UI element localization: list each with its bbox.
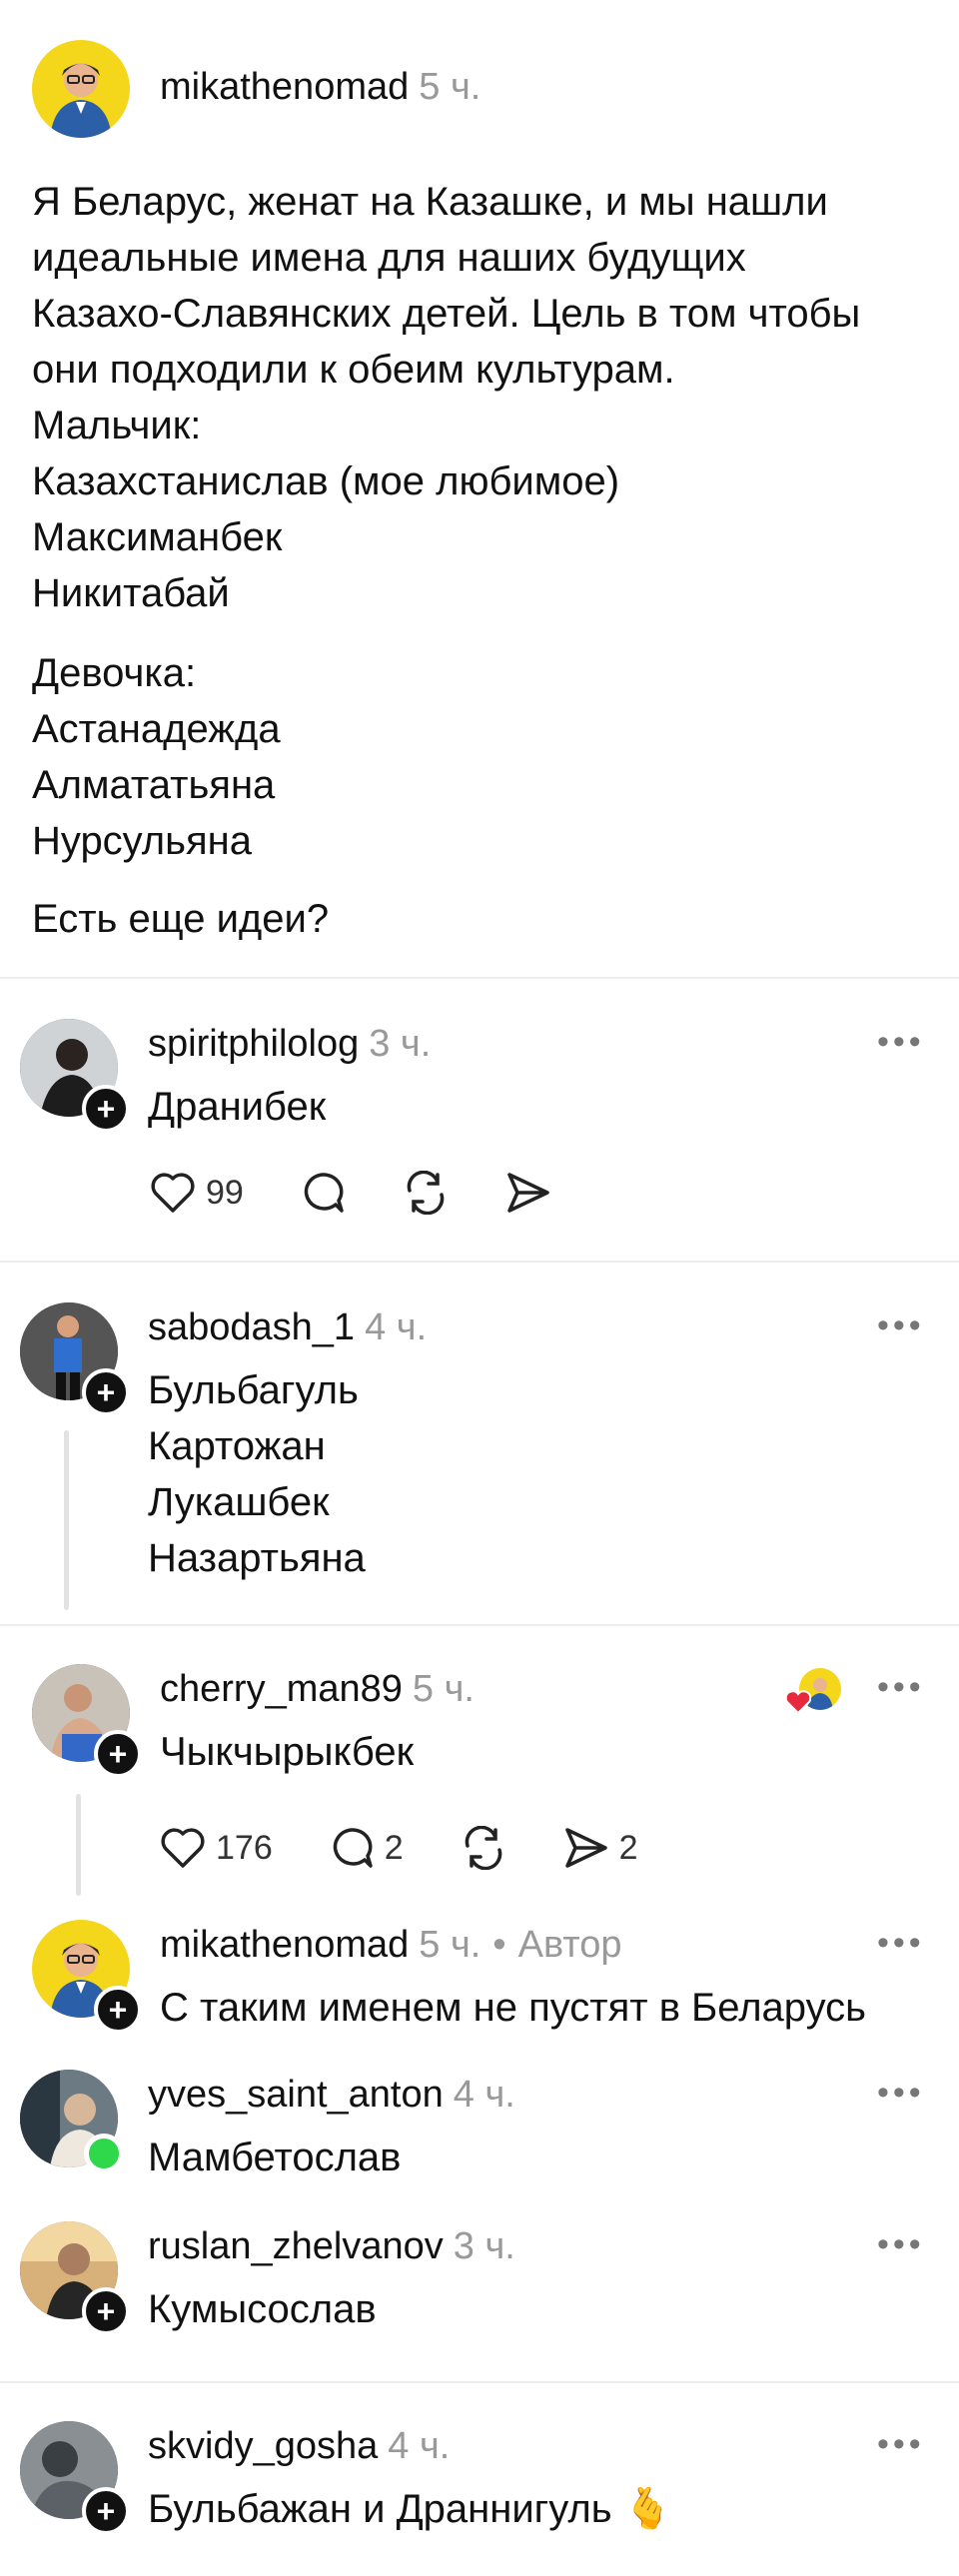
- post-author-avatar[interactable]: [32, 40, 130, 138]
- reply-header: sabodash_1 4 ч.: [148, 1306, 427, 1349]
- share-button[interactable]: 2: [563, 1826, 638, 1870]
- username[interactable]: cherry_man89: [160, 1668, 403, 1710]
- post-body: Я Беларус, женат на Казашке, и мы нашли …: [32, 174, 860, 621]
- online-indicator: [84, 2134, 124, 2173]
- username[interactable]: sabodash_1: [148, 1306, 355, 1348]
- repost-button[interactable]: [460, 1826, 507, 1870]
- share-button[interactable]: [505, 1171, 551, 1215]
- username[interactable]: spiritphilolog: [148, 1023, 359, 1065]
- reply-text: С таким именем не пустят в Беларусь: [160, 1986, 866, 2030]
- follow-plus-icon[interactable]: +: [94, 1986, 142, 2034]
- post-line: они подходили к обеим культурам.: [32, 348, 675, 392]
- thread-line: [64, 1430, 69, 1610]
- reply-line: Картожан: [148, 1424, 326, 1468]
- author-liked-badge: [785, 1668, 845, 1714]
- follow-plus-icon[interactable]: +: [82, 1085, 130, 1133]
- post-line: Никитабай: [32, 571, 230, 615]
- timestamp: 4 ч.: [453, 2074, 515, 2116]
- reply-text: Бульбажан и Драннигуль 🫰: [148, 2487, 673, 2531]
- reply-text: Чыкчырыкбек: [160, 1730, 415, 1774]
- comment-icon: [329, 1826, 375, 1870]
- post-line: Нурсульяна: [32, 819, 252, 863]
- follow-plus-icon[interactable]: +: [82, 2487, 130, 2535]
- reply-header: yves_saint_anton 4 ч.: [148, 2074, 515, 2117]
- follow-plus-icon[interactable]: +: [82, 2287, 130, 2335]
- author-label: Автор: [517, 1924, 622, 1966]
- share-count: 2: [618, 1828, 638, 1867]
- reply-line: Лукашбек: [148, 1480, 330, 1524]
- timestamp: 3 ч.: [369, 1023, 432, 1065]
- timestamp: 5 ч.: [412, 1668, 475, 1710]
- username[interactable]: yves_saint_anton: [148, 2074, 444, 2116]
- comment-icon: [300, 1171, 346, 1215]
- divider: [0, 977, 959, 979]
- follow-plus-icon[interactable]: +: [94, 1730, 142, 1778]
- more-icon[interactable]: •••: [877, 2425, 925, 2464]
- comment-button[interactable]: 2: [329, 1826, 404, 1870]
- post-body-girls: Девочка: Астанадежда Алмататьяна Нурсуль…: [32, 645, 281, 869]
- more-icon[interactable]: •••: [877, 1668, 925, 1707]
- divider: [0, 1261, 959, 1263]
- post-line: Казахо-Славянских детей. Цель в том чтоб…: [32, 292, 861, 336]
- heart-icon: [785, 1690, 811, 1714]
- reply-header: mikathenomad 5 ч. • Автор: [160, 1924, 622, 1967]
- post-line: Максиманбек: [32, 515, 283, 559]
- post-line: идеальные имена для наших будущих: [32, 236, 746, 280]
- timestamp: 5 ч.: [419, 66, 481, 108]
- timestamp: 3 ч.: [453, 2225, 515, 2267]
- username[interactable]: skvidy_gosha: [148, 2425, 378, 2467]
- separator-dot: •: [492, 1924, 506, 1966]
- share-icon: [563, 1826, 609, 1870]
- repost-icon: [402, 1171, 450, 1215]
- timestamp: 4 ч.: [365, 1306, 428, 1348]
- post-line: Алмататьяна: [32, 763, 276, 807]
- like-button[interactable]: 176: [160, 1827, 273, 1869]
- timestamp: 5 ч.: [419, 1924, 481, 1966]
- share-icon: [505, 1171, 551, 1215]
- like-button[interactable]: 99: [150, 1172, 244, 1214]
- more-icon[interactable]: •••: [877, 1924, 925, 1963]
- username[interactable]: mikathenomad: [160, 66, 409, 108]
- heart-icon: [150, 1172, 196, 1214]
- divider: [0, 2381, 959, 2383]
- divider: [0, 1624, 959, 1626]
- like-count: 176: [216, 1828, 273, 1867]
- repost-icon: [460, 1826, 507, 1870]
- like-count: 99: [206, 1173, 244, 1212]
- post-question: Есть еще идеи?: [32, 897, 330, 941]
- more-icon[interactable]: •••: [877, 2074, 925, 2113]
- reply-text: Дранибек: [148, 1085, 327, 1129]
- post-line: Мальчик:: [32, 404, 202, 447]
- heart-icon: [160, 1827, 206, 1869]
- reply-actions: 99: [150, 1171, 607, 1215]
- reply-header: spiritphilolog 3 ч.: [148, 1023, 431, 1066]
- username[interactable]: ruslan_zhelvanov: [148, 2225, 444, 2267]
- more-icon[interactable]: •••: [877, 1306, 925, 1345]
- post-line: Девочка:: [32, 651, 197, 695]
- reply-text: Мамбетослав: [148, 2136, 402, 2179]
- repost-button[interactable]: [402, 1171, 450, 1215]
- username[interactable]: mikathenomad: [160, 1924, 409, 1966]
- thread-line: [76, 1794, 81, 1896]
- reply-header: cherry_man89 5 ч.: [160, 1668, 475, 1711]
- reply-header: skvidy_gosha 4 ч.: [148, 2425, 450, 2468]
- reply-actions: 176 2 2: [160, 1826, 694, 1870]
- comment-button[interactable]: [300, 1171, 346, 1215]
- comment-count: 2: [384, 1828, 404, 1867]
- follow-plus-icon[interactable]: +: [82, 1368, 130, 1416]
- reply-header: ruslan_zhelvanov 3 ч.: [148, 2225, 515, 2268]
- more-icon[interactable]: •••: [877, 2225, 925, 2264]
- reply-line: Бульбагуль: [148, 1368, 359, 1412]
- post-line: Казахстанислав (мое любимое): [32, 459, 620, 503]
- reply-line: Назартьяна: [148, 1536, 366, 1580]
- post-author-username[interactable]: mikathenomad 5 ч.: [160, 66, 480, 109]
- reply-text: Кумысослав: [148, 2287, 377, 2331]
- post-line: Астанадежда: [32, 707, 281, 751]
- post-line: Я Беларус, женат на Казашке, и мы нашли: [32, 180, 828, 224]
- more-icon[interactable]: •••: [877, 1023, 925, 1062]
- timestamp: 4 ч.: [388, 2425, 451, 2467]
- reply-text: Бульбагуль Картожан Лукашбек Назартьяна: [148, 1362, 366, 1586]
